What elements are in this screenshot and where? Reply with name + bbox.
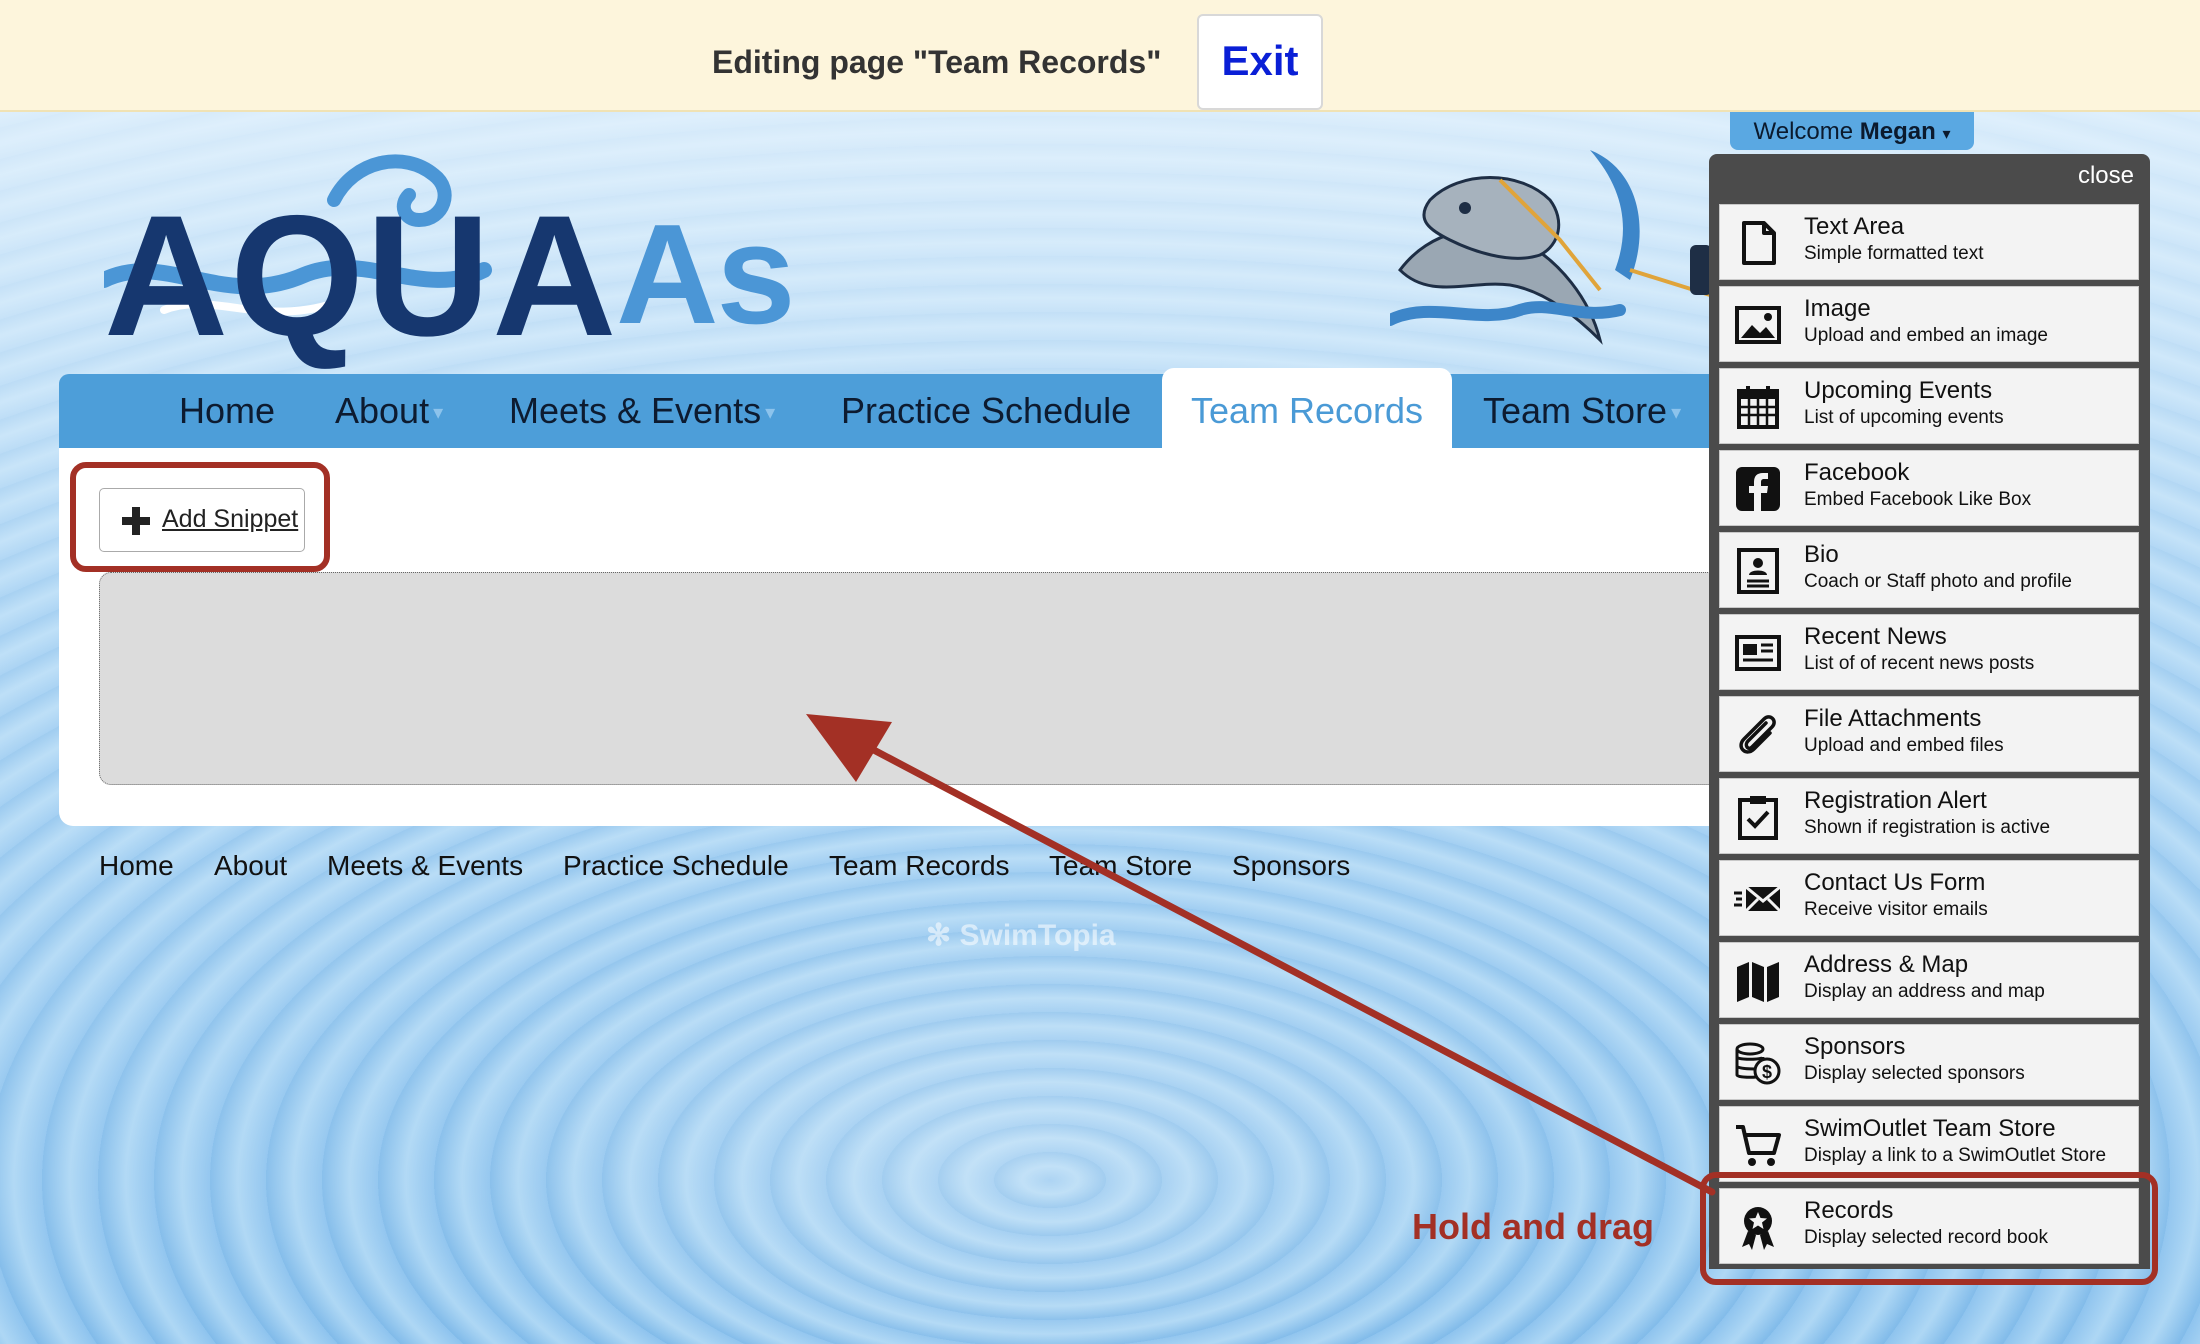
snippet-title: Address & Map: [1804, 951, 1969, 978]
envelope-icon: [1734, 885, 1782, 913]
snippet-desc: Upload and embed files: [1804, 735, 2004, 756]
coins-icon: $: [1735, 1042, 1781, 1085]
image-icon: [1735, 306, 1781, 344]
snippet-address-map[interactable]: Address & Map Display an address and map: [1719, 942, 2139, 1018]
main-nav: Home About ▾ Meets & Events ▾ Practice Sch…: [59, 368, 1719, 448]
snippet-title: Bio: [1804, 541, 1839, 568]
snippet-title: Recent News: [1804, 623, 1947, 650]
clipboard-check-icon: [1738, 796, 1778, 840]
nav-item-label: Team Records: [1190, 390, 1424, 431]
nav-item-label: Meets & Events: [509, 390, 762, 431]
snippet-desc: Embed Facebook Like Box: [1804, 489, 2032, 510]
snippet-contact-us-form[interactable]: Contact Us Form Receive visitor emails: [1719, 860, 2139, 936]
welcome-menu[interactable]: Welcome Megan ▾: [1730, 112, 1974, 150]
facebook-icon: [1736, 467, 1780, 511]
footer-link-practice-schedule[interactable]: Practice Schedule: [563, 850, 789, 882]
map-icon: [1737, 962, 1779, 1002]
welcome-user: Megan: [1859, 118, 1936, 145]
logo-aqua-text: AQUA: [104, 180, 619, 372]
snippet-title: Image: [1804, 295, 1871, 322]
snippet-file-attachments[interactable]: File Attachments Upload and embed files: [1719, 696, 2139, 772]
exit-button[interactable]: Exit: [1197, 14, 1323, 110]
snippet-desc: Display an address and map: [1804, 981, 2045, 1002]
snippet-title: Registration Alert: [1804, 787, 1987, 814]
nav-item-meets-events[interactable]: Meets & Events ▾: [509, 374, 775, 448]
snippet-title: Sponsors: [1804, 1033, 1906, 1060]
bio-icon: [1737, 548, 1779, 594]
footer-link-team-records[interactable]: Team Records: [829, 850, 1010, 882]
nav-item-label: About: [335, 390, 430, 431]
chevron-down-icon: ▾: [1942, 126, 1951, 143]
paperclip-icon: [1739, 715, 1776, 754]
watermark-text: SwimTopia: [959, 919, 1116, 952]
nav-item-practice-schedule[interactable]: Practice Schedule: [841, 374, 1131, 448]
nav-item-team-records[interactable]: Team Records: [1162, 368, 1452, 448]
snippet-desc: List of upcoming events: [1804, 407, 2004, 428]
snippet-desc: Coach or Staff photo and profile: [1804, 571, 2072, 592]
snippet-desc: List of of recent news posts: [1804, 653, 2035, 674]
snippet-desc: Upload and embed an image: [1804, 325, 2049, 346]
chevron-down-icon: ▾: [765, 402, 776, 425]
nav-item-home[interactable]: Home: [179, 374, 275, 448]
snippet-recent-news[interactable]: Recent News List of of recent news posts: [1719, 614, 2139, 690]
snippet-title: Facebook: [1804, 459, 1910, 486]
footer-link-home[interactable]: Home: [99, 850, 174, 882]
calendar-icon: [1737, 386, 1779, 429]
snippet-image[interactable]: Image Upload and embed an image: [1719, 286, 2139, 362]
snippet-facebook[interactable]: Facebook Embed Facebook Like Box: [1719, 450, 2139, 526]
footer-link-sponsors[interactable]: Sponsors: [1232, 850, 1350, 882]
snippet-title: File Attachments: [1804, 705, 1982, 732]
swimtopia-watermark: ✻ SwimTopia: [926, 918, 1116, 953]
snippet-title: Upcoming Events: [1804, 377, 1993, 404]
footer-link-about[interactable]: About: [214, 850, 287, 882]
snippet-desc: Receive visitor emails: [1804, 899, 1988, 920]
snippet-desc: Simple formatted text: [1804, 243, 1984, 264]
snippet-registration-alert[interactable]: Registration Alert Shown if registration…: [1719, 778, 2139, 854]
chevron-down-icon: ▾: [1671, 402, 1682, 425]
chevron-down-icon: ▾: [433, 402, 444, 425]
welcome-prefix: Welcome: [1753, 118, 1860, 145]
cart-icon: [1736, 1125, 1781, 1166]
footer-link-meets-events[interactable]: Meets & Events: [327, 850, 523, 882]
document-icon: [1742, 221, 1776, 265]
gear-icon: ✻: [926, 919, 952, 952]
snippet-desc: Shown if registration is active: [1804, 817, 2051, 838]
snippet-swimoutlet-team-store[interactable]: SwimOutlet Team Store Display a link to …: [1719, 1106, 2139, 1182]
snippet-title: SwimOutlet Team Store: [1804, 1115, 2056, 1142]
edit-bar: Editing page "Team Records" Exit: [0, 0, 2200, 112]
news-icon: [1735, 635, 1781, 671]
snippet-title: Text Area: [1804, 213, 1905, 240]
snippet-desc: Display a link to a SwimOutlet Store: [1804, 1145, 2107, 1166]
close-panel-button[interactable]: close: [2078, 162, 2134, 190]
nav-item-label: Practice Schedule: [841, 390, 1132, 431]
hold-drag-annotation: Hold and drag: [1412, 1206, 1654, 1247]
snippet-panel: close Text Area Simple formatted text Im…: [1709, 154, 2150, 1269]
nav-item-label: Home: [179, 390, 276, 431]
snippet-upcoming-events[interactable]: Upcoming Events List of upcoming events: [1719, 368, 2139, 444]
snippet-text-area[interactable]: Text Area Simple formatted text: [1719, 204, 2139, 280]
dolphin-mascot-icon: [1390, 150, 1712, 345]
add-snippet-highlight: [70, 462, 330, 572]
snippet-sponsors[interactable]: $ Sponsors Display selected sponsors: [1719, 1024, 2139, 1100]
nav-item-label: Team Store: [1483, 390, 1668, 431]
snippet-title: Contact Us Form: [1804, 869, 1986, 896]
nav-item-team-store[interactable]: Team Store ▾: [1483, 374, 1681, 448]
snippet-desc: Display selected sponsors: [1804, 1063, 2025, 1084]
footer-link-team-store[interactable]: Team Store: [1049, 850, 1192, 882]
edit-page-title: Editing page "Team Records": [712, 44, 1162, 80]
svg-text:$: $: [1762, 1062, 1772, 1082]
nav-item-about[interactable]: About ▾: [335, 374, 443, 448]
logo-as-text: As: [616, 195, 796, 354]
snippet-drop-zone[interactable]: [99, 572, 1739, 785]
records-highlight: [1700, 1172, 2158, 1285]
snippet-bio[interactable]: Bio Coach or Staff photo and profile: [1719, 532, 2139, 608]
